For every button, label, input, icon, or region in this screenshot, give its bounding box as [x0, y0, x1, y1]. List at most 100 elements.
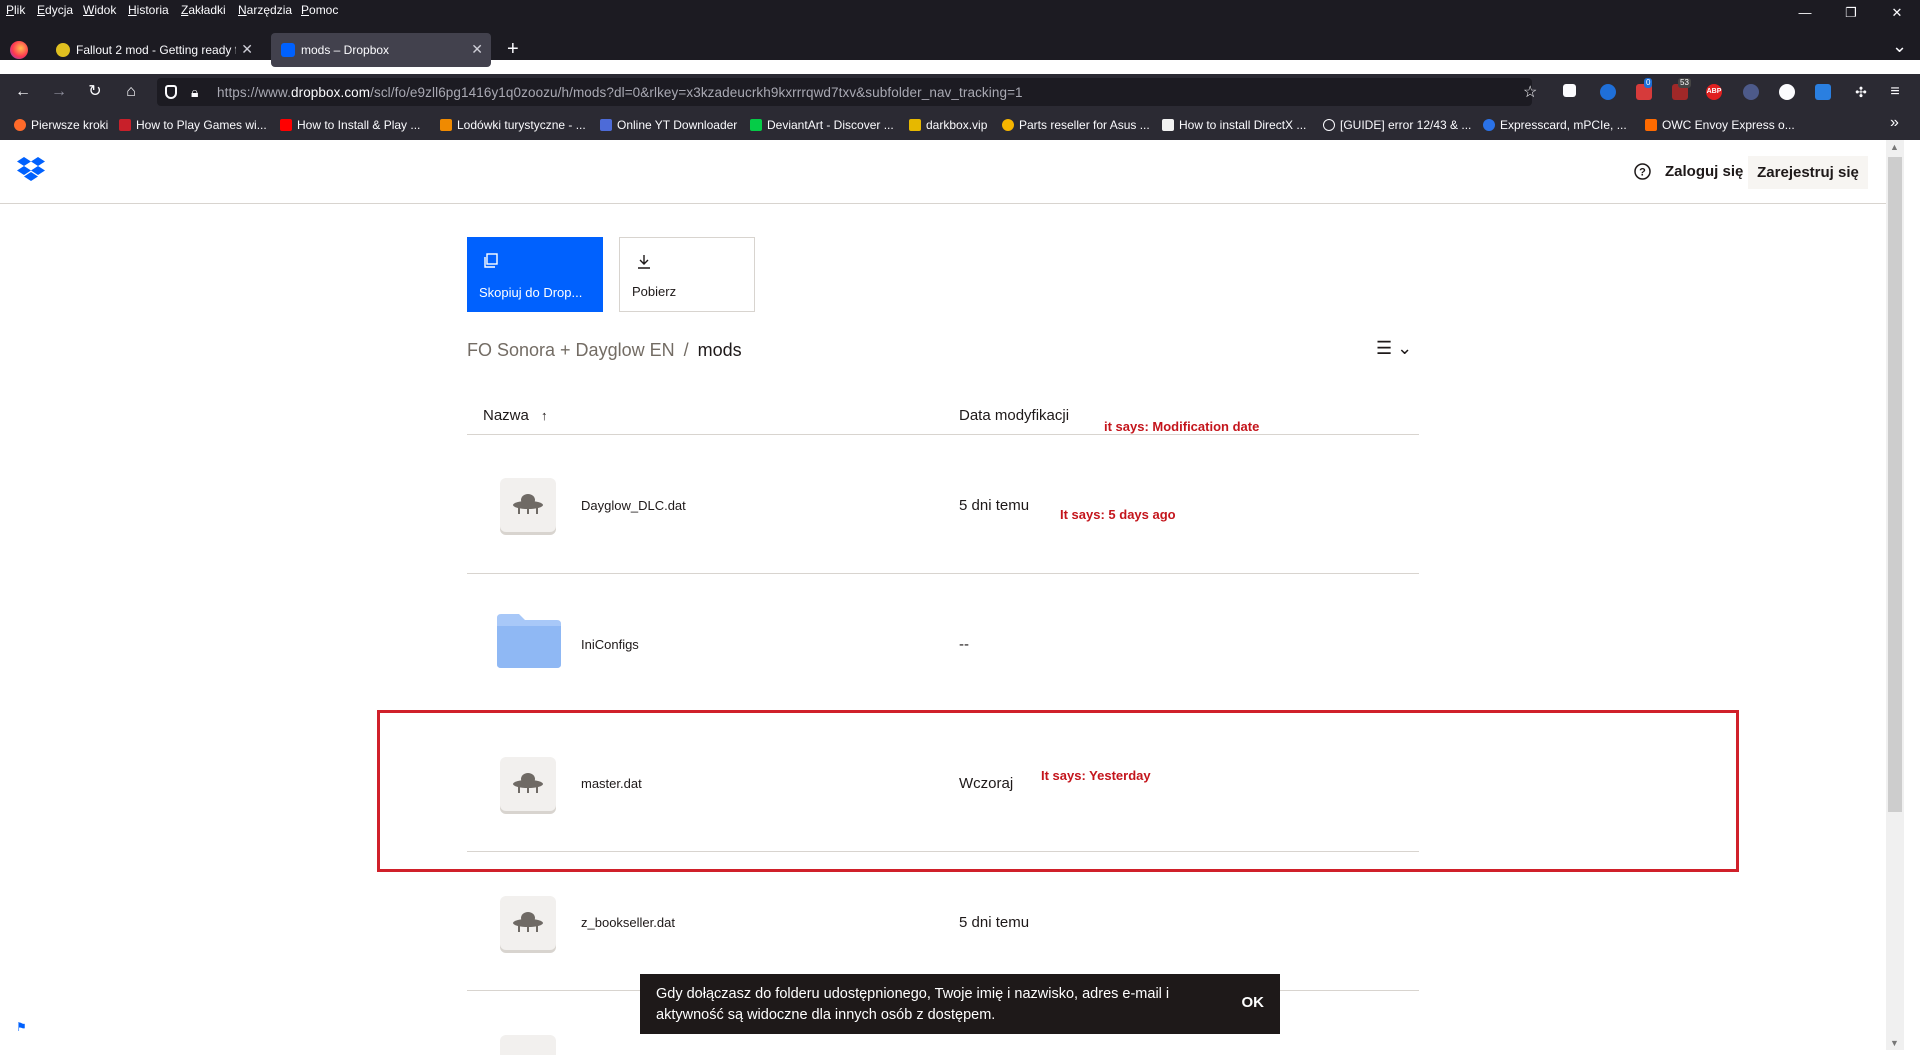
menu-narzedzia[interactable]: Narzędzia — [238, 3, 292, 17]
site-icon — [1483, 119, 1495, 131]
tab-fallout[interactable]: Fallout 2 mod - Getting ready for ✕ — [46, 33, 261, 67]
bookmark-item[interactable]: darkbox.vip — [909, 118, 987, 132]
w-extension-icon[interactable] — [1779, 84, 1795, 100]
bookmark-item[interactable]: DeviantArt - Discover ... — [750, 118, 894, 132]
ufo-file-icon — [513, 912, 543, 932]
column-header-date[interactable]: Data modyfikacji — [959, 407, 1069, 424]
shield-icon[interactable] — [165, 85, 177, 99]
bookmark-item[interactable]: How to install DirectX ... — [1162, 118, 1306, 132]
url-bar[interactable]: 🔒︎ https://www.dropbox.com/scl/fo/e9zll6… — [157, 78, 1537, 106]
breadcrumb-current: mods — [697, 340, 742, 360]
extension-count-badge: 0 — [1644, 78, 1653, 88]
bitwarden-icon[interactable] — [1815, 84, 1831, 100]
copy-to-dropbox-button[interactable]: Skopiuj do Drop... — [467, 237, 603, 312]
site-icon — [600, 119, 612, 131]
file-name[interactable]: Dayglow_DLC.dat — [581, 498, 686, 513]
scrollbar-thumb[interactable] — [1888, 157, 1902, 812]
bookmarks-overflow-button[interactable]: » — [1890, 114, 1899, 132]
hamburger-menu-icon[interactable]: ≡ — [1884, 81, 1906, 103]
bookmark-label: How to install DirectX ... — [1179, 118, 1307, 132]
download-icon — [638, 255, 650, 269]
folder-name[interactable]: IniConfigs — [581, 637, 639, 652]
document-icon — [1162, 119, 1174, 131]
tab-list-button[interactable]: ⌄ — [1892, 36, 1907, 57]
forward-button[interactable]: → — [48, 81, 70, 103]
scroll-up-arrow-icon[interactable]: ▲ — [1890, 142, 1899, 152]
toast-ok-button[interactable]: OK — [1242, 994, 1265, 1011]
file-date: -- — [959, 636, 969, 653]
copy-icon — [484, 253, 498, 268]
highlight-annotation-box — [377, 710, 1739, 872]
extension-s-icon[interactable] — [1600, 84, 1616, 100]
menu-plik[interactable]: Plik — [6, 3, 25, 17]
download-button[interactable]: Pobierz — [619, 237, 755, 312]
back-button[interactable]: ← — [12, 81, 34, 103]
column-header-name[interactable]: Nazwa ↑ — [483, 407, 548, 424]
close-tab-icon[interactable]: ✕ — [471, 41, 483, 58]
bookmark-item[interactable]: How to Install & Play ... — [280, 118, 420, 132]
file-name[interactable]: z_bookseller.dat — [581, 915, 675, 930]
download-button-label: Pobierz — [632, 284, 677, 299]
site-icon — [440, 119, 452, 131]
radiation-icon — [56, 43, 70, 57]
globe-icon — [1323, 119, 1335, 131]
reload-button[interactable]: ↻ — [84, 81, 106, 103]
bookmark-label: Parts reseller for Asus ... — [1019, 118, 1150, 132]
bookmark-label: Pierwsze kroki — [31, 118, 109, 132]
file-date: 5 dni temu — [959, 497, 1030, 514]
bookmark-label: Lodówki turystyczne - ... — [457, 118, 586, 132]
menu-edycja[interactable]: Edycja — [37, 3, 73, 17]
bookmark-item[interactable]: Expresscard, mPCIe, ... — [1483, 118, 1627, 132]
bookmark-item[interactable]: [GUIDE] error 12/43 & ... — [1323, 118, 1471, 132]
bookmark-item[interactable]: Lodówki turystyczne - ... — [440, 118, 586, 132]
login-link[interactable]: Zaloguj się — [1665, 163, 1743, 180]
ufo-file-icon — [513, 494, 543, 514]
view-options-button[interactable]: ☰ ⌄ — [1376, 338, 1412, 359]
annotation-5-days-ago: It says: 5 days ago — [1060, 507, 1176, 522]
tab-dropbox[interactable]: mods – Dropbox ✕ — [271, 33, 491, 67]
url-text[interactable]: https://www.dropbox.com/scl/fo/e9zll6pg1… — [217, 85, 1023, 100]
bookmark-item[interactable]: OWC Envoy Express o... — [1645, 118, 1795, 132]
breadcrumb-parent-link[interactable]: FO Sonora + Dayglow EN — [467, 340, 675, 360]
signup-button[interactable]: Zarejestruj się — [1748, 156, 1868, 189]
menu-historia[interactable]: Historia — [128, 3, 169, 17]
pocket-icon[interactable] — [1563, 84, 1576, 97]
close-tab-icon[interactable]: ✕ — [241, 41, 253, 58]
dropbox-logo-icon[interactable] — [16, 157, 46, 183]
file-date: 5 dni temu — [959, 914, 1030, 931]
menu-bar: Plik Edycja Widok Historia Zakładki Narz… — [0, 0, 1920, 20]
bookmark-star-icon[interactable]: ☆ — [1523, 82, 1537, 102]
lock-icon[interactable]: 🔒︎ — [191, 84, 198, 101]
dropbox-favicon — [281, 43, 295, 57]
shared-folder-notice-toast: Gdy dołączasz do folderu udostępnionego,… — [640, 974, 1280, 1034]
sort-ascending-icon: ↑ — [541, 408, 548, 423]
extensions-puzzle-icon[interactable]: ✣ — [1850, 81, 1872, 103]
bookmark-label: Online YT Downloader — [617, 118, 738, 132]
scroll-down-arrow-icon[interactable]: ▼ — [1890, 1038, 1899, 1048]
amazon-icon — [1645, 119, 1657, 131]
bookmark-item[interactable]: How to Play Games wi... — [119, 118, 267, 132]
svg-text:?: ? — [1639, 167, 1646, 179]
site-icon — [119, 119, 131, 131]
globe-extension-icon[interactable] — [1743, 84, 1759, 100]
file-thumbnail — [500, 896, 556, 950]
menu-zakladki[interactable]: Zakładki — [181, 3, 226, 17]
menu-widok[interactable]: Widok — [83, 3, 116, 17]
annotation-modification-date: it says: Modification date — [1104, 419, 1260, 434]
site-icon — [1002, 119, 1014, 131]
bookmark-item[interactable]: Pierwsze kroki — [14, 118, 108, 132]
new-tab-button[interactable]: + — [507, 38, 519, 61]
flag-icon[interactable]: ⚑ — [16, 1020, 27, 1034]
bookmark-label: OWC Envoy Express o... — [1662, 118, 1795, 132]
menu-pomoc[interactable]: Pomoc — [301, 3, 338, 17]
help-icon[interactable]: ? — [1634, 163, 1651, 180]
firefox-icon — [14, 119, 26, 131]
bookmark-item[interactable]: Online YT Downloader — [600, 118, 737, 132]
navigation-bar: ← → ↻ ⌂ 🔒︎ https://www.dropbox.com/scl/f… — [0, 74, 1920, 110]
deviantart-icon — [750, 119, 762, 131]
bookmark-item[interactable]: Parts reseller for Asus ... — [1002, 118, 1150, 132]
adblock-plus-icon[interactable]: ABP — [1706, 84, 1722, 100]
home-button[interactable]: ⌂ — [120, 81, 142, 103]
bookmark-label: darkbox.vip — [926, 118, 988, 132]
firefox-icon[interactable] — [10, 41, 28, 59]
